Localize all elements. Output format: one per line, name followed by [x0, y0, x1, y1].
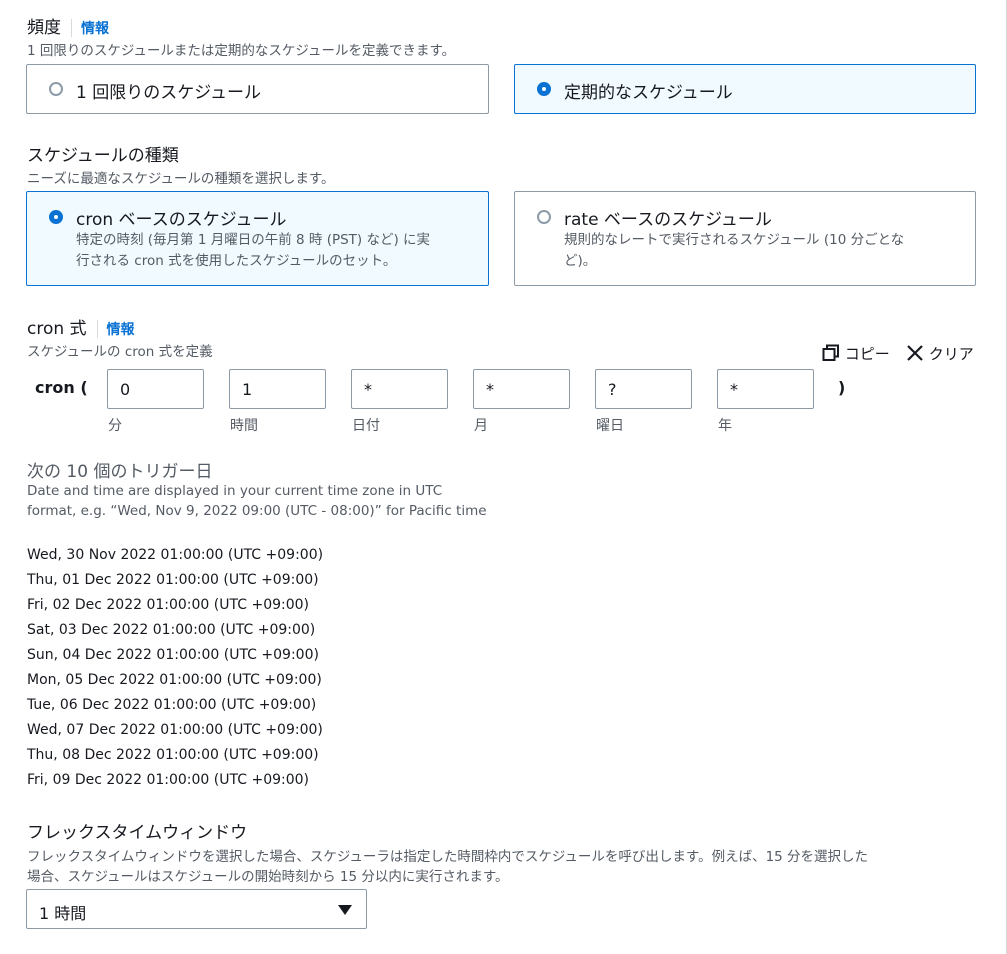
flex-window-select[interactable]: 1 時間	[26, 889, 367, 929]
trigger-date-item: Thu, 01 Dec 2022 01:00:00 (UTC +09:00)	[27, 572, 319, 588]
frequency-option-one-time[interactable]: 1 回限りのスケジュール	[26, 64, 489, 114]
cron-day-of-month-label: 日付	[352, 418, 380, 434]
flex-window-description-line1: フレックスタイムウィンドウを選択した場合、スケジューラは指定した時間枠内でスケジ…	[27, 849, 869, 865]
radio-recurring[interactable]	[537, 82, 551, 96]
trigger-date-item: Sat, 03 Dec 2022 01:00:00 (UTC +09:00)	[27, 622, 316, 638]
close-icon	[907, 345, 923, 361]
frequency-heading: 頻度 情報	[27, 13, 109, 38]
cron-info-link[interactable]: 情報	[107, 322, 135, 338]
cron-description: スケジュールの cron 式を定義	[27, 344, 213, 360]
cron-open-paren: cron (	[35, 378, 88, 397]
schedule-type-description: ニーズに最適なスケジュールの種類を選択します。	[27, 171, 335, 187]
trigger-date-item: Sun, 04 Dec 2022 01:00:00 (UTC +09:00)	[27, 647, 319, 663]
radio-one-time[interactable]	[49, 82, 63, 96]
schedule-type-rate-desc-line2: ど)。	[564, 253, 597, 269]
copy-icon	[822, 344, 839, 361]
cron-year-label: 年	[718, 418, 732, 434]
cron-heading: cron 式 情報	[27, 314, 135, 339]
cron-title: cron 式	[27, 319, 87, 339]
trigger-dates-heading: 次の 10 個のトリガー日	[27, 462, 213, 482]
schedule-type-rate-desc-line1: 規則的なレートで実行されるスケジュール (10 分ごとな	[564, 232, 905, 248]
trigger-note-line1: Date and time are displayed in your curr…	[27, 483, 443, 499]
cron-year-input[interactable]	[717, 369, 814, 409]
trigger-date-item: Tue, 06 Dec 2022 01:00:00 (UTC +09:00)	[27, 697, 317, 713]
cron-hours-input[interactable]	[229, 369, 326, 409]
cron-month-label: 月	[474, 418, 488, 434]
cron-day-of-week-label: 曜日	[596, 418, 624, 434]
trigger-date-item: Fri, 02 Dec 2022 01:00:00 (UTC +09:00)	[27, 597, 309, 613]
schedule-type-cron[interactable]: cron ベースのスケジュール 特定の時刻 (毎月第 1 月曜日の午前 8 時 …	[26, 191, 489, 286]
schedule-type-cron-desc-line2: 行される cron 式を使用したスケジュールのセット。	[76, 253, 397, 269]
frequency-title: 頻度	[27, 18, 61, 38]
copy-button[interactable]: コピー	[822, 343, 890, 364]
trigger-date-item: Mon, 05 Dec 2022 01:00:00 (UTC +09:00)	[27, 672, 322, 688]
frequency-option-recurring[interactable]: 定期的なスケジュール	[514, 64, 976, 114]
flex-window-selected-value: 1 時間	[39, 904, 87, 923]
trigger-note-line2: format, e.g. “Wed, Nov 9, 2022 09:00 (UT…	[27, 503, 487, 519]
cron-minutes-label: 分	[108, 418, 122, 434]
schedule-type-rate-label: rate ベースのスケジュール	[564, 210, 772, 230]
schedule-type-cron-desc-line1: 特定の時刻 (毎月第 1 月曜日の午前 8 時 (PST) など) に実	[76, 232, 431, 248]
trigger-date-item: Fri, 09 Dec 2022 01:00:00 (UTC +09:00)	[27, 772, 309, 788]
schedule-type-cron-label: cron ベースのスケジュール	[76, 210, 287, 230]
trigger-date-item: Thu, 08 Dec 2022 01:00:00 (UTC +09:00)	[27, 747, 319, 763]
copy-label: コピー	[844, 345, 890, 363]
frequency-description: 1 回限りのスケジュールまたは定期的なスケジュールを定義できます。	[27, 43, 456, 59]
heading-separator	[96, 320, 98, 338]
frequency-option-one-time-label: 1 回限りのスケジュール	[76, 83, 262, 103]
cron-day-of-week-input[interactable]	[595, 369, 692, 409]
cron-hours-label: 時間	[230, 418, 258, 434]
schedule-type-heading: スケジュールの種類	[27, 146, 179, 166]
cron-close-paren: )	[838, 378, 846, 397]
frequency-info-link[interactable]: 情報	[81, 21, 109, 37]
radio-rate[interactable]	[537, 210, 551, 224]
trigger-date-item: Wed, 07 Dec 2022 01:00:00 (UTC +09:00)	[27, 722, 323, 738]
frequency-option-recurring-label: 定期的なスケジュール	[564, 83, 733, 103]
caret-down-icon	[338, 905, 352, 915]
cron-minutes-input[interactable]	[107, 369, 204, 409]
clear-label: クリア	[928, 345, 974, 363]
cron-day-of-month-input[interactable]	[351, 369, 448, 409]
trigger-date-item: Wed, 30 Nov 2022 01:00:00 (UTC +09:00)	[27, 547, 324, 563]
cron-month-input[interactable]	[473, 369, 570, 409]
clear-button[interactable]: クリア	[906, 343, 974, 364]
heading-separator	[71, 19, 72, 37]
schedule-type-rate[interactable]: rate ベースのスケジュール 規則的なレートで実行されるスケジュール (10 …	[514, 191, 976, 286]
flex-window-heading: フレックスタイムウィンドウ	[27, 823, 248, 843]
flex-window-description-line2: 場合、スケジュールはスケジュールの開始時刻から 15 分以内に実行されます。	[27, 869, 509, 885]
radio-cron[interactable]	[49, 210, 63, 224]
